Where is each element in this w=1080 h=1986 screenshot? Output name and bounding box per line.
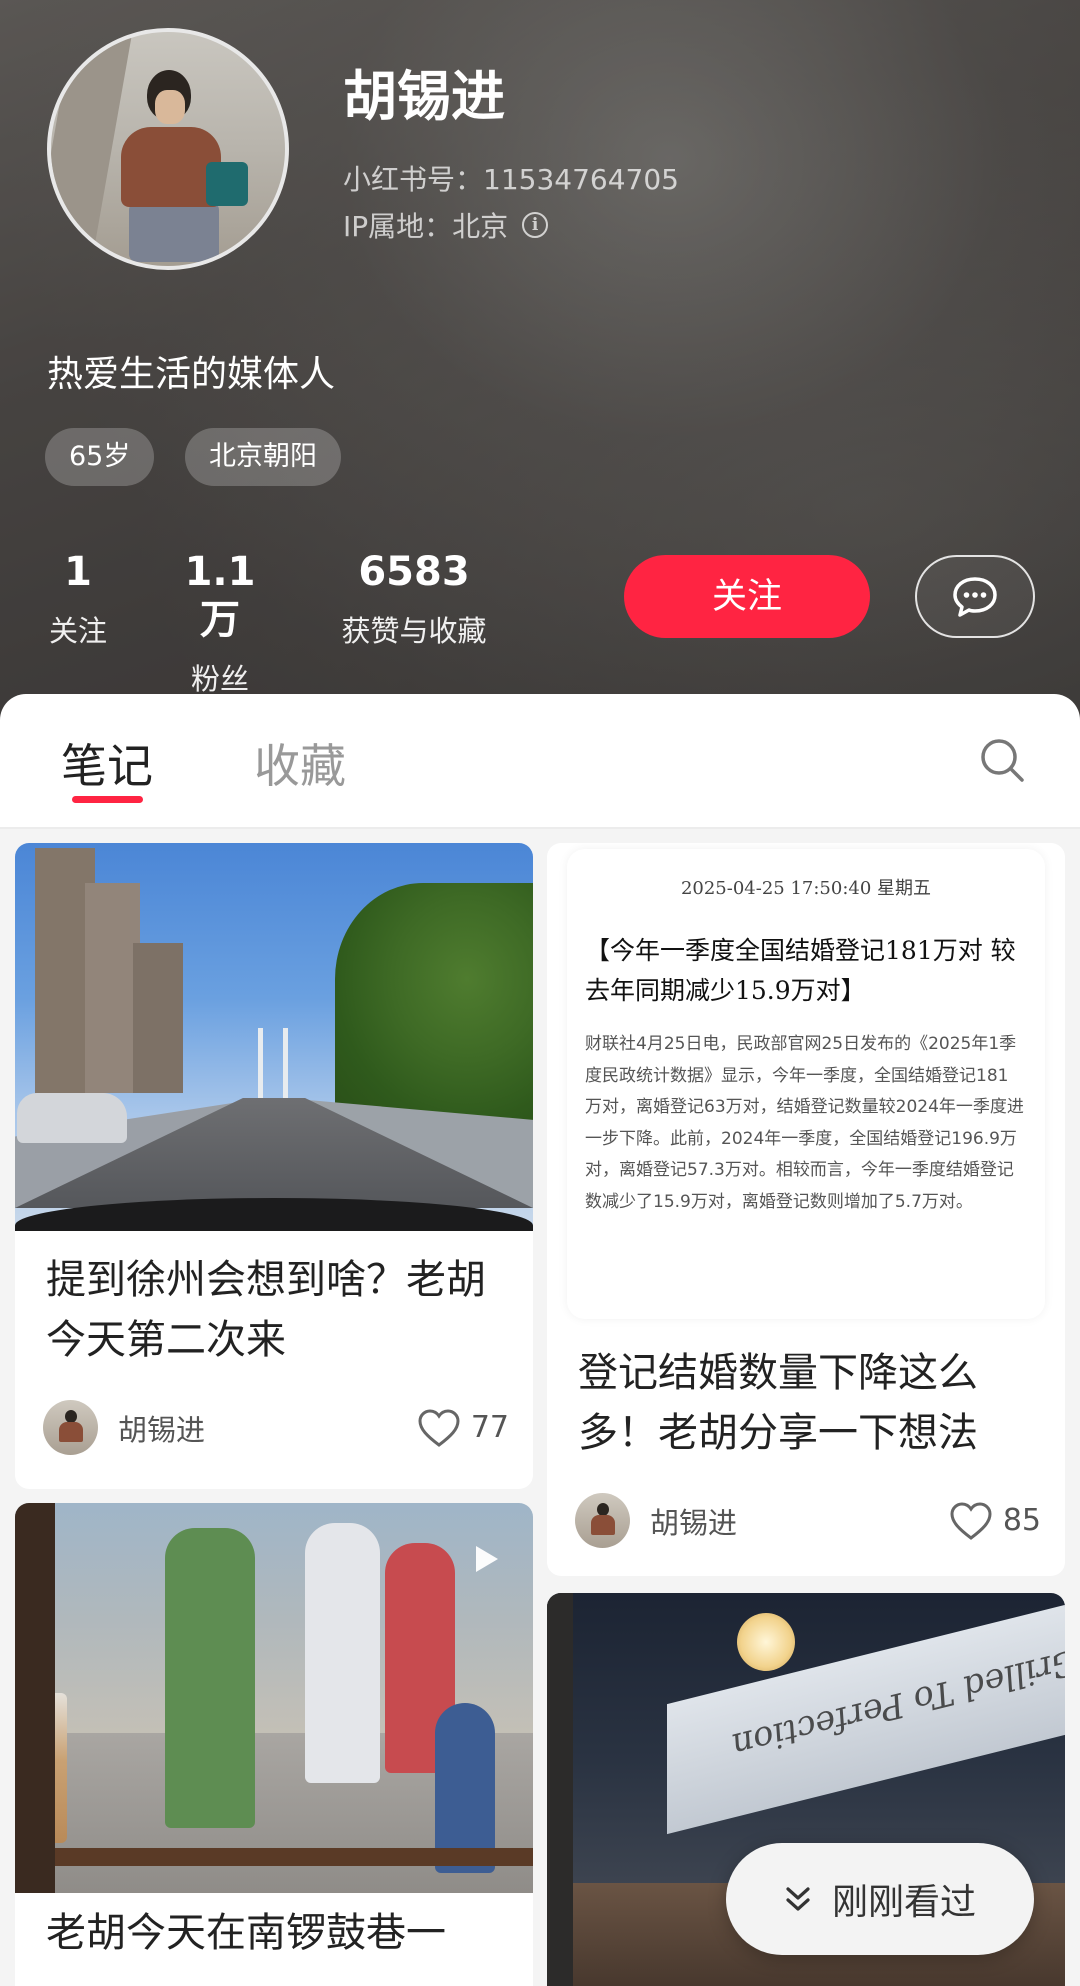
info-icon[interactable]: i — [522, 212, 549, 238]
video-play-icon — [476, 1546, 498, 1572]
tabs-panel: 笔记 收藏 — [0, 694, 1080, 828]
note-card[interactable]: 提到徐州会想到啥？老胡今天第二次来 胡锡进 77 — [15, 843, 533, 1489]
stat-likes-collections[interactable]: 6583 获赞与收藏 — [333, 548, 495, 650]
ip-location-row: IP属地：北京 i — [343, 205, 549, 245]
news-headline: 【今年一季度全国结婚登记181万对 较去年同期减少15.9万对】 — [585, 936, 1016, 1005]
author-name[interactable]: 胡锡进 — [118, 1407, 417, 1449]
note-title: 提到徐州会想到啥？老胡今天第二次来 — [46, 1257, 486, 1363]
fans-count: 1.1万 — [184, 549, 256, 643]
profile-avatar[interactable] — [47, 28, 289, 270]
news-timestamp: 2025-04-25 17:50:40 星期五 — [680, 878, 932, 899]
chat-bubble-icon — [953, 576, 997, 617]
like-count: 85 — [1002, 1503, 1041, 1538]
tag-age: 65岁 — [45, 428, 155, 486]
tab-collections[interactable]: 收藏 — [254, 730, 346, 796]
profile-bio: 热爱生活的媒体人 — [47, 354, 336, 395]
search-icon[interactable] — [978, 736, 1026, 784]
fans-label: 粉丝 — [190, 662, 249, 696]
like-button[interactable]: 85 — [949, 1501, 1041, 1541]
like-button[interactable]: 77 — [417, 1408, 509, 1448]
note-card[interactable]: 2025-04-25 17:50:40 星期五 【今年一季度全国结婚登记181万… — [547, 843, 1065, 1576]
author-avatar[interactable] — [43, 1400, 98, 1455]
tabs-divider — [0, 827, 1080, 829]
news-body: 财联社4月25日电，民政部官网25日发布的《2025年1季度民政统计数据》显示，… — [585, 1034, 1024, 1212]
stat-following[interactable]: 1 关注 — [45, 548, 111, 650]
heart-icon — [950, 1501, 992, 1540]
xhs-id: 小红书号：11534764705 — [343, 163, 679, 196]
tab-notes[interactable]: 笔记 — [61, 730, 153, 796]
following-label: 关注 — [48, 614, 107, 648]
follow-button[interactable]: 关注 — [624, 555, 870, 638]
likes-label: 获赞与收藏 — [341, 614, 487, 648]
note-footer: 胡锡进 85 — [575, 1493, 1041, 1548]
double-chevron-down-icon — [786, 1887, 810, 1911]
tag-location: 北京朝阳 — [185, 428, 341, 486]
stat-fans[interactable]: 1.1万 粉丝 — [165, 548, 275, 698]
active-tab-indicator — [72, 796, 143, 803]
heart-icon — [418, 1408, 460, 1447]
note-cover-image — [15, 1503, 533, 1893]
note-title: 老胡今天在南锣鼓巷一 — [46, 1910, 446, 1956]
following-count: 1 — [64, 549, 92, 595]
recently-viewed-label: 刚刚看过 — [831, 1882, 976, 1923]
message-button[interactable] — [915, 555, 1035, 638]
author-avatar[interactable] — [575, 1493, 630, 1548]
profile-name: 胡锡进 — [343, 65, 505, 128]
note-cover-image — [15, 843, 533, 1231]
author-name[interactable]: 胡锡进 — [650, 1500, 949, 1542]
ip-location: IP属地：北京 — [343, 210, 509, 243]
note-card[interactable]: 老胡今天在南锣鼓巷一 — [15, 1503, 533, 1986]
like-count: 77 — [470, 1410, 509, 1445]
note-cover-image: 2025-04-25 17:50:40 星期五 【今年一季度全国结婚登记181万… — [567, 849, 1045, 1319]
likes-count: 6583 — [358, 549, 470, 595]
recently-viewed-button[interactable]: 刚刚看过 — [726, 1843, 1034, 1955]
profile-header: 胡锡进 小红书号：11534764705 IP属地：北京 i 热爱生活的媒体人 … — [0, 0, 1080, 720]
note-footer: 胡锡进 77 — [43, 1400, 509, 1455]
note-title: 登记结婚数量下降这么多！老胡分享一下想法 — [578, 1350, 978, 1456]
